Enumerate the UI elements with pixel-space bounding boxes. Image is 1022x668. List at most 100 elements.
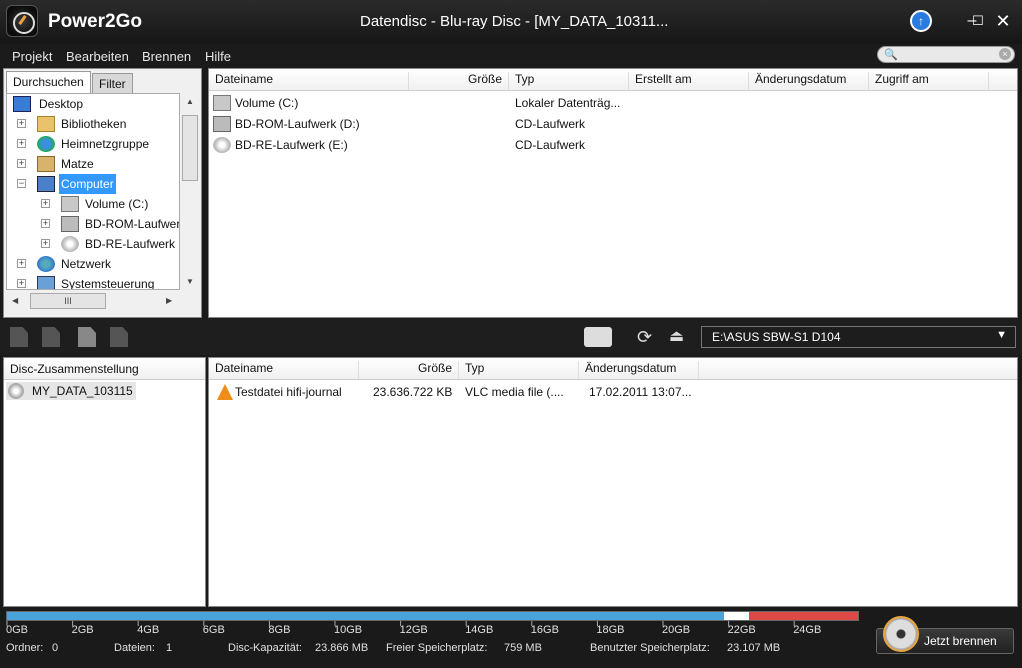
expand-icon[interactable]: + (17, 279, 26, 288)
optical-drive-icon (61, 216, 79, 232)
burn-now-button[interactable]: Jetzt brennen (876, 616, 1014, 654)
remove-file-icon[interactable] (42, 327, 60, 347)
disc-drive-icon (213, 137, 231, 153)
clear-search-icon[interactable]: × (999, 48, 1011, 60)
menu-brennen[interactable]: Brennen (142, 49, 191, 64)
column-groesse[interactable]: Größe (409, 72, 509, 90)
capacity-tick-label: 0GB (6, 624, 29, 636)
disc-content-panel: Dateiname Größe Typ Änderungsdatum Testd… (208, 357, 1018, 607)
menu-bearbeiten[interactable]: Bearbeiten (66, 49, 129, 64)
column-dateiname[interactable]: Dateiname (209, 361, 359, 379)
disc-list-header: Dateiname Größe Typ Änderungsdatum (209, 358, 1017, 380)
maximize-button[interactable]: ☐ (967, 10, 989, 32)
list-item[interactable]: Volume (C:) Lokaler Datenträg... (213, 93, 993, 113)
folder-tree: Desktop + Bibliotheken + Heimnetzgruppe … (6, 93, 180, 290)
rename-icon[interactable] (110, 327, 128, 347)
disc-root-item[interactable]: MY_DATA_103115 (6, 382, 136, 400)
capacity-bar (6, 611, 859, 621)
power2go-logo-icon (6, 5, 38, 37)
menu-hilfe[interactable]: Hilfe (205, 49, 231, 64)
composition-header: Disc-Zusammenstellung (4, 358, 205, 380)
hard-drive-icon (61, 196, 79, 212)
menu-bar: Projekt Bearbeiten Brennen Hilfe (0, 44, 1022, 68)
drive-select[interactable]: E:\ASUS SBW-S1 D104 ▼ (701, 326, 1016, 348)
app-name: Power2Go (48, 11, 142, 32)
vlc-icon (217, 384, 233, 400)
status-used-label: Benutzter Speicherplatz: (590, 642, 710, 654)
capacity-tick-label: 6GB (202, 624, 225, 636)
capacity-overflow-fill (749, 612, 858, 620)
expand-icon[interactable]: + (17, 119, 26, 128)
capacity-tick-label: 10GB (334, 624, 363, 636)
scroll-thumb[interactable] (182, 115, 198, 181)
column-dateiname[interactable]: Dateiname (209, 72, 409, 90)
optical-drive-icon (213, 116, 231, 132)
capacity-tick-label: 24GB (793, 624, 822, 636)
capacity-tick-label: 2GB (71, 624, 94, 636)
list-item[interactable]: Testdatei hifi-journal 23.636.722 KB VLC… (213, 382, 993, 402)
capacity-tick-label: 12GB (399, 624, 428, 636)
status-free-label: Freier Speicherplatz: (386, 642, 488, 654)
eject-icon[interactable]: ⏏ (669, 327, 687, 347)
list-item[interactable]: BD-RE-Laufwerk (E:) CD-Laufwerk (213, 135, 993, 155)
library-icon (37, 116, 55, 132)
expand-icon[interactable]: + (41, 239, 50, 248)
expand-icon[interactable]: + (41, 219, 50, 228)
computer-icon (37, 176, 55, 192)
add-file-icon[interactable] (10, 327, 28, 347)
disc-drive-icon (61, 236, 79, 252)
title-bar: Power2Go Datendisc - Blu-ray Disc - [MY_… (0, 0, 1022, 44)
desktop-icon (13, 96, 31, 112)
column-erstellt[interactable]: Erstellt am (629, 72, 749, 90)
scroll-left-icon[interactable]: ◀ (12, 296, 18, 305)
menu-projekt[interactable]: Projekt (12, 49, 52, 64)
disc-composition-panel: Disc-Zusammenstellung MY_DATA_103115 (3, 357, 206, 607)
update-arrow-icon[interactable]: ↑ (910, 10, 932, 32)
status-capacity: 23.866 MB (315, 642, 369, 654)
expand-icon[interactable]: + (17, 259, 26, 268)
scroll-up-icon[interactable]: ▲ (186, 97, 194, 106)
expand-icon[interactable]: + (17, 139, 26, 148)
column-aenderungsdatum[interactable]: Änderungsdatum (749, 72, 869, 90)
column-typ[interactable]: Typ (459, 361, 579, 379)
tab-durchsuchen[interactable]: Durchsuchen (6, 71, 91, 93)
hard-drive-icon (213, 95, 231, 111)
list-item[interactable]: BD-ROM-Laufwerk (D:) CD-Laufwerk (213, 114, 993, 134)
file-list-panel: Dateiname Größe Typ Erstellt am Änderung… (208, 68, 1018, 318)
capacity-tick-label: 22GB (727, 624, 756, 636)
window-title: Datendisc - Blu-ray Disc - [MY_DATA_1031… (360, 13, 669, 30)
tree-vertical-scrollbar[interactable]: ▲ ▼ (180, 93, 200, 290)
homegroup-icon (37, 136, 55, 152)
expand-icon[interactable]: + (17, 159, 26, 168)
capacity-tick-label: 16GB (530, 624, 559, 636)
column-groesse[interactable]: Größe (359, 361, 459, 379)
capacity-tick-label: 4GB (137, 624, 160, 636)
status-capacity-label: Disc-Kapazität: (228, 642, 302, 654)
status-folders: 0 (52, 642, 59, 654)
column-zugriff[interactable]: Zugriff am (869, 72, 989, 90)
chevron-down-icon: ▼ (996, 329, 1007, 341)
new-folder-icon[interactable] (78, 327, 96, 347)
insert-disc-icon[interactable] (584, 327, 612, 347)
column-typ[interactable]: Typ (509, 72, 629, 90)
expand-icon[interactable]: + (41, 199, 50, 208)
capacity-tick-label: 18GB (596, 624, 625, 636)
tab-filter[interactable]: Filter (92, 73, 133, 93)
burn-disc-icon (883, 616, 919, 652)
refresh-icon[interactable]: ⟳ (637, 327, 655, 347)
tree-horizontal-scrollbar[interactable]: ◀ III ▶ (6, 291, 180, 311)
scroll-down-icon[interactable]: ▼ (186, 277, 194, 286)
capacity-used-fill (7, 612, 724, 620)
scroll-right-icon[interactable]: ▶ (166, 296, 172, 305)
status-files-label: Dateien: (114, 642, 155, 654)
status-used: 23.107 MB (727, 642, 781, 654)
collapse-icon[interactable]: − (17, 179, 26, 188)
capacity-tick-label: 20GB (662, 624, 691, 636)
capacity-tick-label: 8GB (268, 624, 291, 636)
scroll-thumb[interactable]: III (30, 293, 106, 309)
file-list-header: Dateiname Größe Typ Erstellt am Änderung… (209, 69, 1017, 91)
column-aenderungsdatum[interactable]: Änderungsdatum (579, 361, 699, 379)
close-button[interactable]: ✕ (992, 10, 1014, 32)
disc-icon (8, 383, 24, 399)
search-input[interactable]: 🔍 × (877, 46, 1015, 63)
